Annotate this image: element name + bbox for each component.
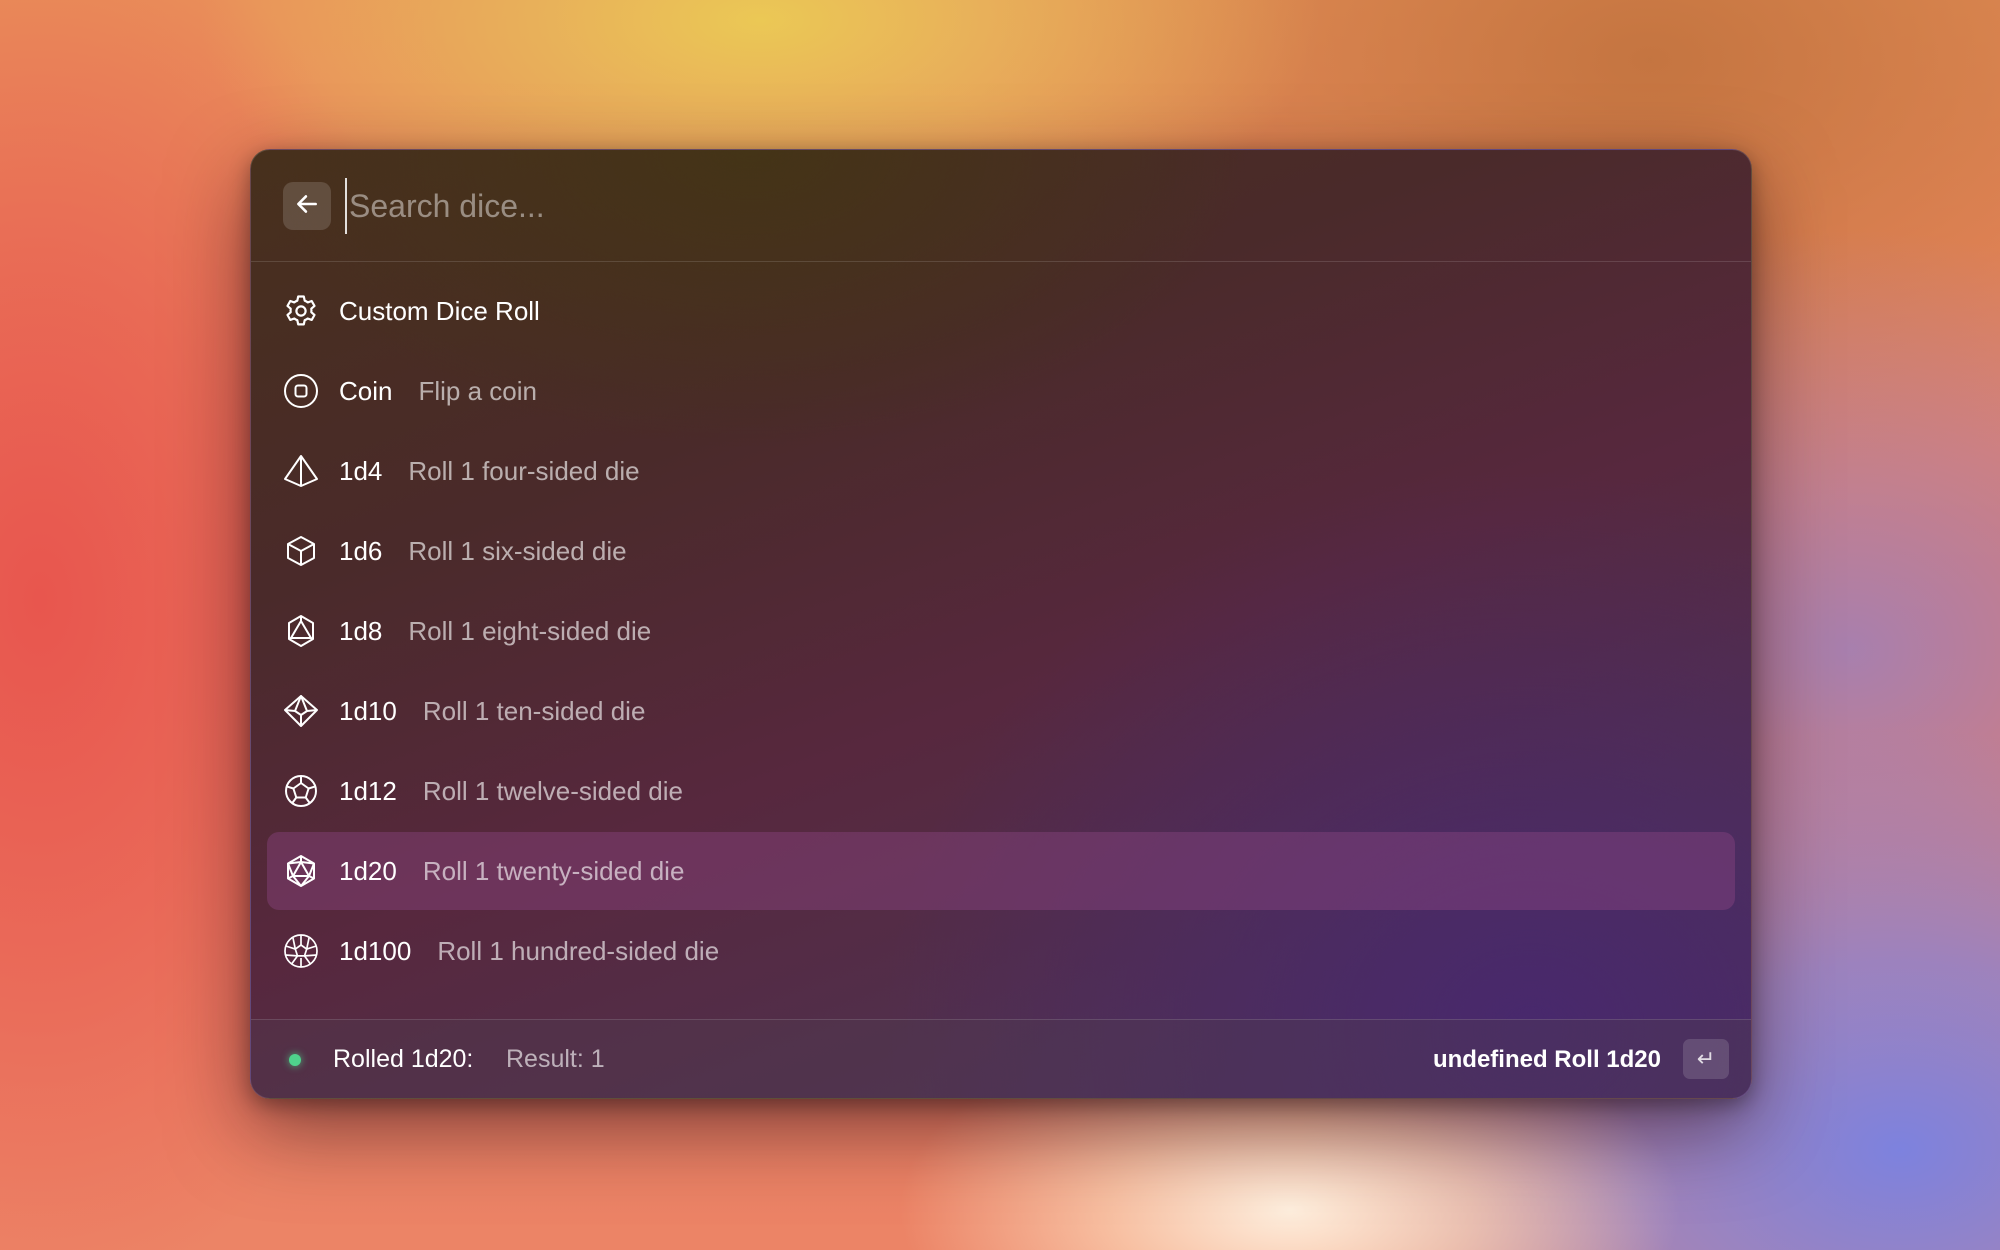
d10-icon xyxy=(283,693,319,729)
arrow-left-icon xyxy=(294,191,320,222)
coin-icon xyxy=(283,373,319,409)
list-item-1d10[interactable]: 1d10 Roll 1 ten-sided die xyxy=(267,672,1735,750)
list-item-content: 1d8 Roll 1 eight-sided die xyxy=(339,592,651,670)
list-item-subtitle: Roll 1 six-sided die xyxy=(408,535,627,566)
status-label: Rolled 1d20: xyxy=(333,1045,474,1073)
list-item-custom-dice-roll[interactable]: Custom Dice Roll xyxy=(267,272,1735,350)
list-item-subtitle: Roll 1 twelve-sided die xyxy=(422,775,683,806)
list-item-content: Coin Flip a coin xyxy=(339,352,537,430)
d4-icon xyxy=(283,453,319,489)
dice-command-palette: Custom Dice Roll Coin Flip a coin xyxy=(250,149,1752,1099)
list-item-content: 1d20 Roll 1 twenty-sided die xyxy=(339,832,684,910)
status-indicator-icon xyxy=(289,1054,301,1066)
list-item-subtitle: Flip a coin xyxy=(418,375,537,406)
list-item-title: Coin xyxy=(339,375,393,406)
list-item-content: 1d12 Roll 1 twelve-sided die xyxy=(339,752,683,830)
search-input[interactable] xyxy=(345,178,1709,234)
list-item-title: 1d100 xyxy=(339,935,412,966)
list-item-1d6[interactable]: 1d6 Roll 1 six-sided die xyxy=(267,512,1735,590)
list-item-title: 1d20 xyxy=(339,855,397,886)
list-item-1d8[interactable]: 1d8 Roll 1 eight-sided die xyxy=(267,592,1735,670)
gear-icon xyxy=(283,293,319,329)
list-item-content: 1d100 Roll 1 hundred-sided die xyxy=(339,912,719,990)
list-item-subtitle: Roll 1 twenty-sided die xyxy=(422,855,685,886)
list-item-subtitle: Roll 1 four-sided die xyxy=(408,455,640,486)
list-item-coin[interactable]: Coin Flip a coin xyxy=(267,352,1735,430)
d12-icon xyxy=(283,773,319,809)
enter-key-button[interactable]: ↵ xyxy=(1683,1039,1729,1079)
d6-icon xyxy=(283,533,319,569)
list-item-content: Custom Dice Roll xyxy=(339,272,540,350)
d20-icon xyxy=(283,853,319,889)
d100-icon xyxy=(283,933,319,969)
back-button[interactable] xyxy=(283,182,331,230)
list-item-1d4[interactable]: 1d4 Roll 1 four-sided die xyxy=(267,432,1735,510)
d8-icon xyxy=(283,613,319,649)
list-item-content: 1d10 Roll 1 ten-sided die xyxy=(339,672,645,750)
list-item-title: 1d10 xyxy=(339,695,397,726)
list-item-title: Custom Dice Roll xyxy=(339,295,540,326)
list-item-subtitle: Roll 1 hundred-sided die xyxy=(437,935,720,966)
list-item-title: 1d12 xyxy=(339,775,397,806)
list-item-content: 1d4 Roll 1 four-sided die xyxy=(339,432,640,510)
primary-action-label[interactable]: undefined Roll 1d20 xyxy=(1433,1020,1661,1098)
status-footer: Rolled 1d20: Result: 1 undefined Roll 1d… xyxy=(251,1019,1751,1098)
list-item-1d100[interactable]: 1d100 Roll 1 hundred-sided die xyxy=(267,912,1735,990)
list-item-title: 1d6 xyxy=(339,535,383,566)
list-item-1d12[interactable]: 1d12 Roll 1 twelve-sided die xyxy=(267,752,1735,830)
list-item-1d20[interactable]: 1d20 Roll 1 twenty-sided die xyxy=(267,832,1735,910)
list-item-content: 1d6 Roll 1 six-sided die xyxy=(339,512,627,590)
return-icon: ↵ xyxy=(1696,1046,1716,1071)
list-item-title: 1d4 xyxy=(339,455,383,486)
list-item-subtitle: Roll 1 eight-sided die xyxy=(408,615,652,646)
search-bar xyxy=(251,150,1751,262)
list-item-subtitle: Roll 1 ten-sided die xyxy=(422,695,646,726)
list-item-title: 1d8 xyxy=(339,615,383,646)
status-result: Result: 1 xyxy=(506,1045,605,1073)
